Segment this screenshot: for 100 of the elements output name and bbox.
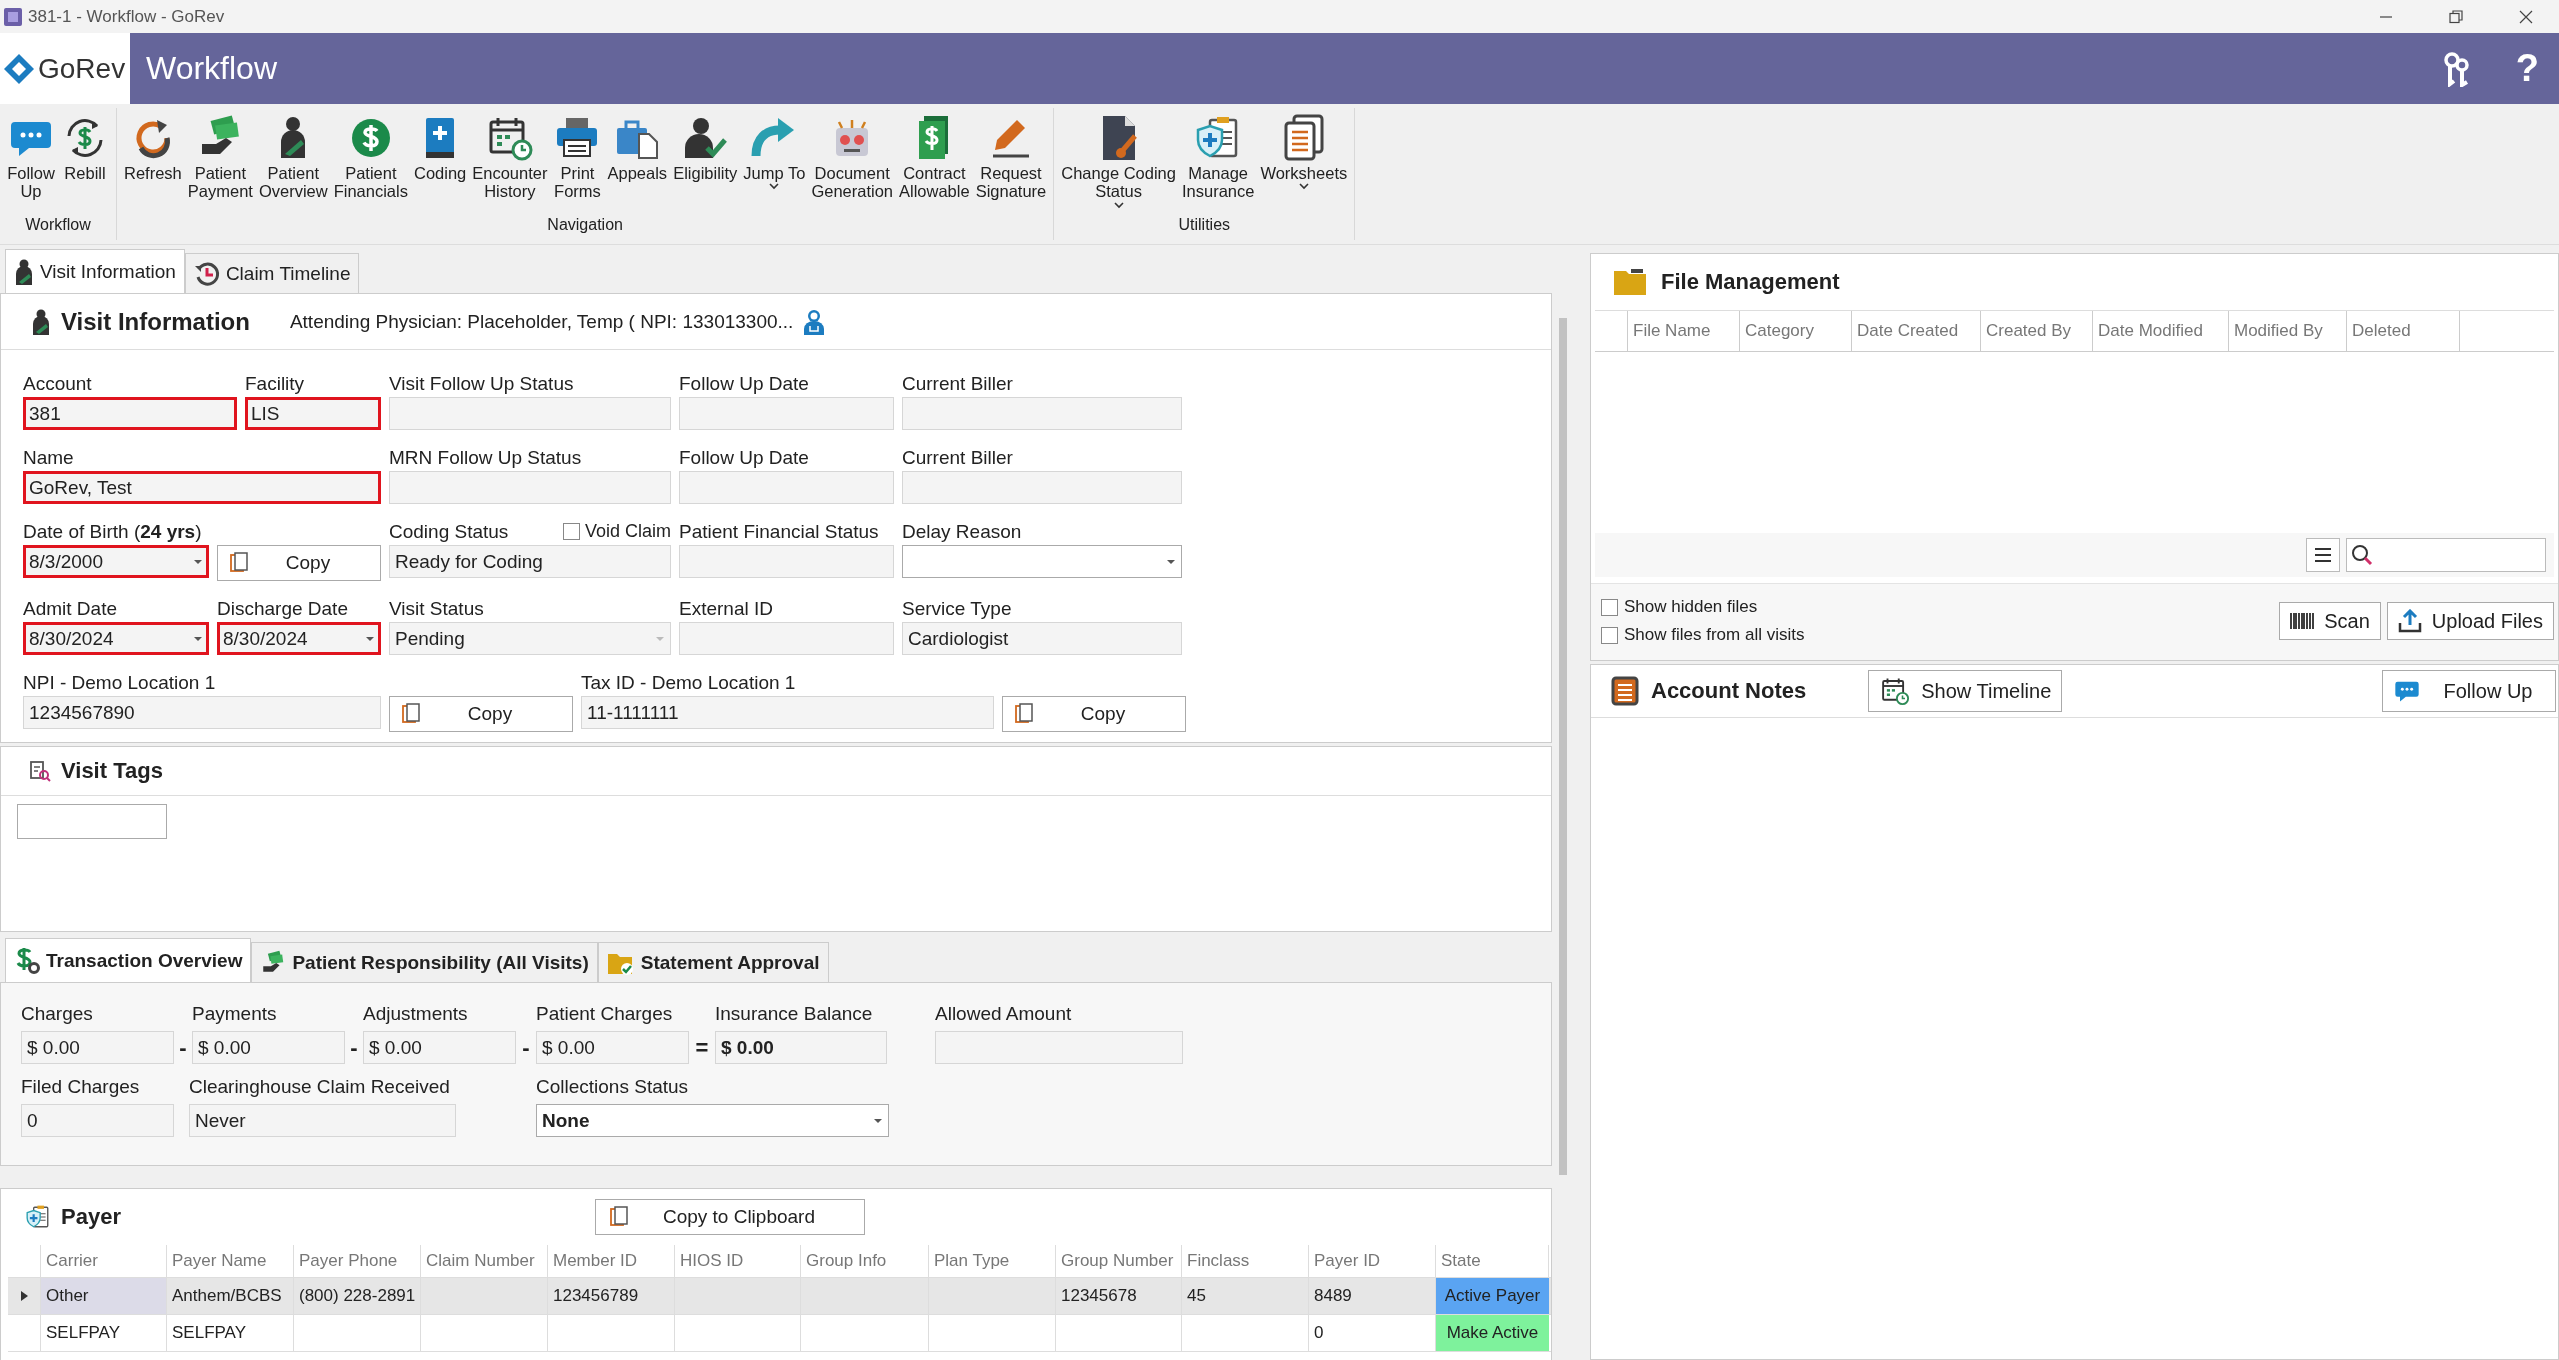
restore-icon[interactable] [2449, 9, 2463, 24]
text-field[interactable]: 11-1111111 [581, 696, 994, 729]
ribbon-button[interactable]: Request Signature [972, 114, 1050, 201]
column-header[interactable]: Modified By [2229, 311, 2347, 351]
table-cell: SELFPAY [41, 1315, 167, 1351]
text-field[interactable] [679, 397, 894, 430]
dropdown-field[interactable]: 8/3/2000 [23, 545, 209, 578]
table-row[interactable]: SELFPAY SELFPAY 0 Make Active [8, 1315, 1551, 1352]
copy-button[interactable]: Copy [389, 696, 573, 732]
dropdown-field[interactable]: None [536, 1104, 889, 1137]
checkbox[interactable]: Show files from all visits [1601, 625, 1805, 645]
column-header[interactable]: Carrier [41, 1245, 167, 1277]
text-field[interactable] [902, 471, 1182, 504]
copy-button[interactable]: Copy [217, 545, 381, 581]
ribbon-button[interactable]: Contract Allowable [896, 114, 973, 201]
column-header[interactable]: Finclass [1182, 1245, 1309, 1277]
checkbox[interactable]: Void Claim [562, 521, 671, 542]
field-label: Current Biller [902, 446, 1013, 469]
upload-button[interactable]: Upload Files [2386, 602, 2554, 640]
close-icon[interactable] [2519, 9, 2533, 24]
group-label: Utilities [1178, 216, 1231, 235]
ribbon-button[interactable]: Eligibility [670, 114, 741, 183]
column-header[interactable]: Deleted [2347, 311, 2460, 351]
column-header[interactable]: Payer ID [1309, 1245, 1436, 1277]
dropdown-field[interactable]: 8/30/2024 [217, 622, 381, 655]
dropdown-arrow-icon [193, 635, 203, 642]
state-button[interactable]: Make Active [1436, 1315, 1549, 1351]
column-header[interactable]: Claim Number [421, 1245, 548, 1277]
text-field[interactable]: LIS [245, 397, 381, 430]
column-header[interactable]: Group Number [1056, 1245, 1182, 1277]
text-field[interactable] [389, 471, 671, 504]
tab[interactable]: Patient Responsibility (All Visits) [251, 942, 598, 982]
table-row[interactable]: Other Anthem/BCBS (800) 228-2891 123456789 12345678 45 8489 Active Payer [8, 1278, 1551, 1315]
text-field[interactable] [935, 1031, 1183, 1064]
column-header[interactable]: Date Created [1852, 311, 1981, 351]
text-field[interactable]: Cardiologist [902, 622, 1182, 655]
text-field[interactable]: $ 0.00 [192, 1031, 345, 1064]
column-header[interactable]: State [1436, 1245, 1549, 1277]
text-field[interactable]: 0 [21, 1104, 174, 1137]
column-header[interactable]: Payer Phone [294, 1245, 421, 1277]
state-button[interactable]: Active Payer [1436, 1278, 1549, 1314]
column-header[interactable]: Plan Type [929, 1245, 1056, 1277]
text-field[interactable]: $ 0.00 [363, 1031, 516, 1064]
ribbon-button[interactable]: Print Forms [550, 114, 605, 201]
text-field[interactable] [679, 471, 894, 504]
help-button[interactable]: ? [2511, 47, 2543, 90]
diamond-logo-icon [2, 51, 36, 86]
column-header[interactable]: Payer Name [167, 1245, 294, 1277]
ribbon-button[interactable]: Document Generation [808, 114, 896, 201]
show-timeline-button[interactable]: Show Timeline [1868, 670, 2063, 712]
checkbox[interactable]: Show hidden files [1601, 597, 1805, 617]
search-field[interactable] [2346, 538, 2546, 572]
ribbon-button[interactable]: Rebill [58, 114, 112, 183]
scrollbar-thumb[interactable] [1559, 318, 1567, 1175]
tab[interactable]: Statement Approval [597, 942, 829, 982]
dropdown-field[interactable]: 8/30/2024 [23, 622, 209, 655]
ribbon-button[interactable]: Manage Insurance [1178, 114, 1258, 201]
keys-icon[interactable] [2441, 50, 2472, 87]
column-header[interactable]: Category [1740, 311, 1852, 351]
column-header[interactable]: HIOS ID [675, 1245, 801, 1277]
text-field[interactable] [902, 397, 1182, 430]
copy-to-clipboard-button[interactable]: Copy to Clipboard [594, 1199, 865, 1235]
ribbon-button[interactable]: Patient Payment [184, 114, 256, 201]
menu-button[interactable] [2306, 538, 2340, 572]
column-header[interactable]: File Name [1628, 311, 1740, 351]
column-header[interactable]: Member ID [548, 1245, 675, 1277]
text-field[interactable]: $ 0.00 [21, 1031, 174, 1064]
text-field[interactable] [389, 397, 671, 430]
tab[interactable]: Transaction Overview [5, 938, 252, 982]
ribbon-button[interactable]: Patient Overview [255, 114, 331, 201]
ribbon-button[interactable]: Appeals [604, 114, 671, 183]
text-field[interactable] [679, 545, 894, 578]
text-field[interactable] [679, 622, 894, 655]
text-field[interactable]: Never [189, 1104, 456, 1137]
text-field[interactable]: $ 0.00 [536, 1031, 689, 1064]
tag-input-field[interactable] [17, 804, 167, 839]
ribbon-button[interactable]: Encounter History [469, 114, 551, 201]
column-header[interactable]: Group Info [801, 1245, 929, 1277]
column-header[interactable]: Date Modified [2093, 311, 2229, 351]
text-field[interactable]: 381 [23, 397, 237, 430]
ribbon-button[interactable]: Follow Up [4, 114, 58, 201]
text-field[interactable]: GoRev, Test [23, 471, 381, 504]
dropdown-field[interactable] [902, 545, 1182, 578]
tab[interactable]: Visit Information [5, 249, 185, 293]
column-header[interactable]: Created By [1981, 311, 2093, 351]
ribbon-button[interactable]: Refresh [121, 114, 185, 183]
ribbon-button[interactable]: Coding [410, 114, 470, 183]
text-field[interactable]: $ 0.00 [715, 1031, 887, 1064]
ribbon-button[interactable]: Change Coding Status [1058, 114, 1179, 209]
ribbon-button[interactable]: Jump To [740, 114, 809, 191]
ribbon-button[interactable]: Patient Financials [330, 114, 411, 201]
clipboard-icon [230, 552, 248, 574]
text-field[interactable]: 1234567890 [23, 696, 381, 729]
copy-button[interactable]: Copy [1002, 696, 1186, 732]
text-field[interactable]: Ready for Coding [389, 545, 671, 578]
ribbon-button[interactable]: Worksheets [1257, 114, 1351, 191]
scan-button[interactable]: Scan [2279, 602, 2381, 640]
tab[interactable]: Claim Timeline [184, 253, 360, 293]
chevron-down-icon [768, 182, 781, 191]
follow-up-button[interactable]: Follow Up [2382, 670, 2556, 712]
